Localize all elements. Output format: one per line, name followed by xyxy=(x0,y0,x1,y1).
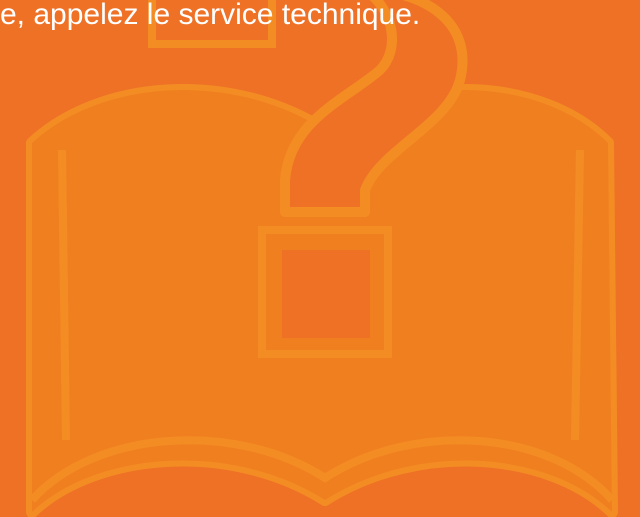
help-screen: e, appelez le service technique. xyxy=(0,0,640,517)
help-message: e, appelez le service technique. xyxy=(0,0,421,31)
book-inner-left xyxy=(58,149,70,441)
book-inner-right xyxy=(571,149,584,441)
book-question-icon xyxy=(26,0,618,517)
question-dot xyxy=(282,250,370,338)
